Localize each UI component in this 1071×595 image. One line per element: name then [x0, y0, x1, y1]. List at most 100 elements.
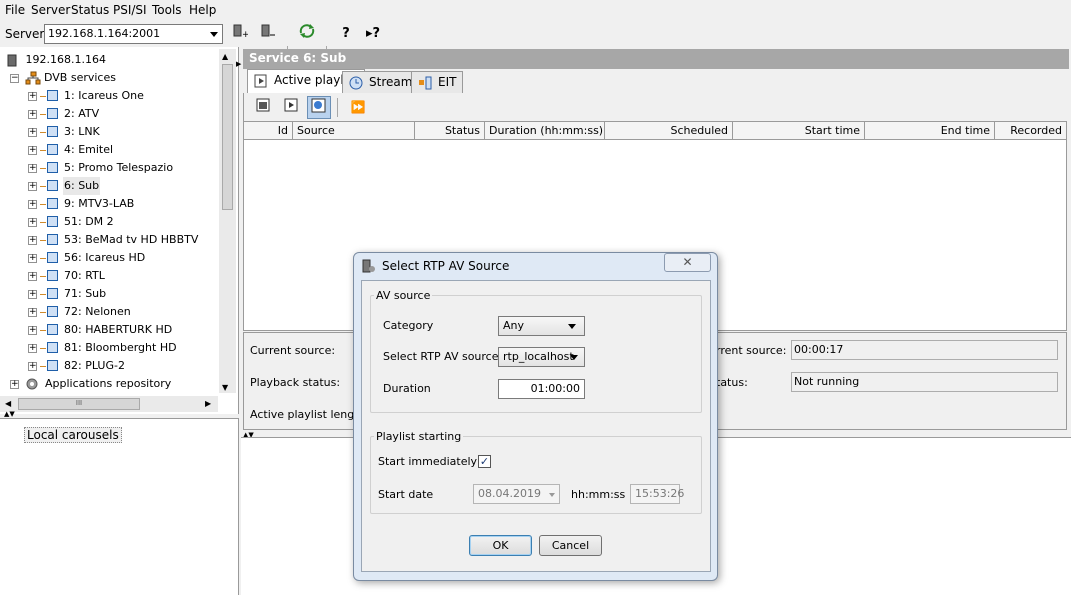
rtp-source-select[interactable]: rtp_localhost [498, 347, 585, 367]
server-select[interactable]: 192.168.1.164:2001 [44, 24, 223, 44]
add-video-button[interactable] [280, 97, 302, 118]
category-select[interactable]: Any [498, 316, 585, 336]
expand-icon[interactable]: + [28, 344, 37, 353]
add-server-button[interactable]: + [229, 23, 251, 44]
splitter-arrow-icon[interactable]: ▶ [236, 60, 241, 68]
connector-line [40, 222, 46, 223]
tree-horizontal-scroll-thumb[interactable]: III [18, 398, 140, 410]
network-icon [25, 71, 41, 85]
right-status-label: tatus: [716, 376, 748, 389]
service-icon [47, 342, 58, 353]
collapse-icon[interactable]: − [10, 74, 19, 83]
connector-line [40, 312, 46, 313]
carousels-panel: Local carousels [0, 418, 239, 595]
remove-server-button[interactable] [257, 23, 279, 44]
start-date-input[interactable]: 08.04.2019 [473, 484, 560, 504]
expand-icon[interactable]: + [28, 146, 37, 155]
start-time-input[interactable]: 15:53:26 [630, 484, 684, 504]
expand-icon[interactable]: + [28, 218, 37, 227]
service-icon [47, 162, 58, 173]
menu-status[interactable]: Status [71, 3, 109, 17]
splitter-arrows-icon[interactable]: ▲▼ [4, 410, 15, 418]
expand-icon[interactable]: + [28, 128, 37, 137]
menu-tools[interactable]: Tools [152, 3, 182, 17]
server-label: Server [5, 27, 45, 41]
fast-forward-button[interactable]: ⏩ [347, 97, 369, 118]
expand-icon[interactable]: + [28, 164, 37, 173]
rtp-source-label: Select RTP AV source [383, 350, 499, 363]
expand-icon[interactable]: + [28, 254, 37, 263]
right-current-source-label: rrent source: [716, 344, 787, 357]
connector-line [40, 240, 46, 241]
ok-button[interactable]: OK [469, 535, 532, 556]
tree-root[interactable]: 192.168.1.164 [7, 51, 106, 69]
menu-server[interactable]: Server [31, 3, 70, 17]
tree-service-label: 82: PLUG-2 [64, 359, 125, 372]
start-immediately-checkbox[interactable]: ✓ [478, 455, 491, 468]
time-label: hh:mm:ss [571, 488, 626, 501]
cancel-button[interactable]: Cancel [539, 535, 602, 556]
menu-help[interactable]: Help [189, 3, 216, 17]
tree-vertical-scroll-thumb[interactable] [222, 64, 233, 210]
start-date-label: Start date [378, 488, 434, 501]
column-end-time[interactable]: End time [865, 122, 995, 140]
service-icon [47, 90, 58, 101]
add-rtp-source-button[interactable] [307, 96, 331, 119]
checkmark-icon: ✓ [479, 455, 490, 468]
tree-service-label: 81: Bloomberght HD [64, 341, 177, 354]
column-scheduled[interactable]: Scheduled [605, 122, 733, 140]
category-value: Any [503, 319, 525, 332]
tab-eit[interactable]: EIT [411, 71, 464, 93]
duration-input[interactable]: 01:00:00 [498, 379, 585, 399]
expand-icon[interactable]: + [28, 308, 37, 317]
scroll-down-icon[interactable]: ▼ [222, 383, 228, 392]
tree-service-label: 3: LNK [64, 125, 100, 138]
help-button[interactable]: ? [335, 23, 357, 44]
category-label: Category [383, 319, 434, 332]
connector-line [40, 294, 46, 295]
column-start-time[interactable]: Start time [733, 122, 865, 140]
expand-icon[interactable]: + [28, 92, 37, 101]
av-source-group-label: AV source [374, 289, 433, 302]
scroll-left-icon[interactable]: ◀ [5, 399, 11, 408]
connector-line [40, 330, 46, 331]
playlist-toolbar: ⏩ [243, 93, 1069, 121]
connector-line [40, 168, 46, 169]
column-status[interactable]: Status [415, 122, 485, 140]
service-icon [47, 234, 58, 245]
local-carousels-item[interactable]: Local carousels [24, 427, 122, 443]
column-recorded[interactable]: Recorded [995, 122, 1066, 140]
column-id[interactable]: Id [244, 122, 293, 140]
expand-icon[interactable]: + [10, 380, 19, 389]
refresh-button[interactable] [296, 23, 318, 44]
tree-service-label: 71: Sub [64, 287, 107, 300]
server-add-icon: + [233, 24, 250, 40]
expand-icon[interactable]: + [28, 110, 37, 119]
connector-line [40, 258, 46, 259]
add-video-icon [284, 98, 298, 112]
service-title: Service 6: Sub [249, 51, 347, 65]
column-duration[interactable]: Duration (hh:mm:ss) [485, 122, 605, 140]
menu-psi-si[interactable]: PSI/SI [113, 3, 147, 17]
add-item-button[interactable] [252, 97, 274, 118]
server-icon [7, 54, 17, 66]
context-help-button[interactable]: ▸? [362, 23, 384, 44]
menu-file[interactable]: File [5, 3, 25, 17]
scroll-up-icon[interactable]: ▲ [222, 52, 228, 61]
dialog-close-button[interactable]: ✕ [664, 253, 711, 272]
tree-service-label: 4: Emitel [64, 143, 114, 156]
expand-icon[interactable]: + [28, 200, 37, 209]
tree-service-label: 80: HABERTURK HD [64, 323, 173, 336]
expand-icon[interactable]: + [28, 290, 37, 299]
start-date-value: 08.04.2019 [478, 487, 541, 500]
expand-icon[interactable]: + [28, 272, 37, 281]
tree-service-label: 53: BeMad tv HD HBBTV [64, 233, 199, 246]
question-icon: ? [342, 26, 350, 41]
scroll-right-icon[interactable]: ▶ [205, 399, 211, 408]
chevron-down-icon [570, 355, 578, 360]
expand-icon[interactable]: + [28, 362, 37, 371]
expand-icon[interactable]: + [28, 182, 37, 191]
expand-icon[interactable]: + [28, 326, 37, 335]
column-source[interactable]: Source [293, 122, 415, 140]
expand-icon[interactable]: + [28, 236, 37, 245]
